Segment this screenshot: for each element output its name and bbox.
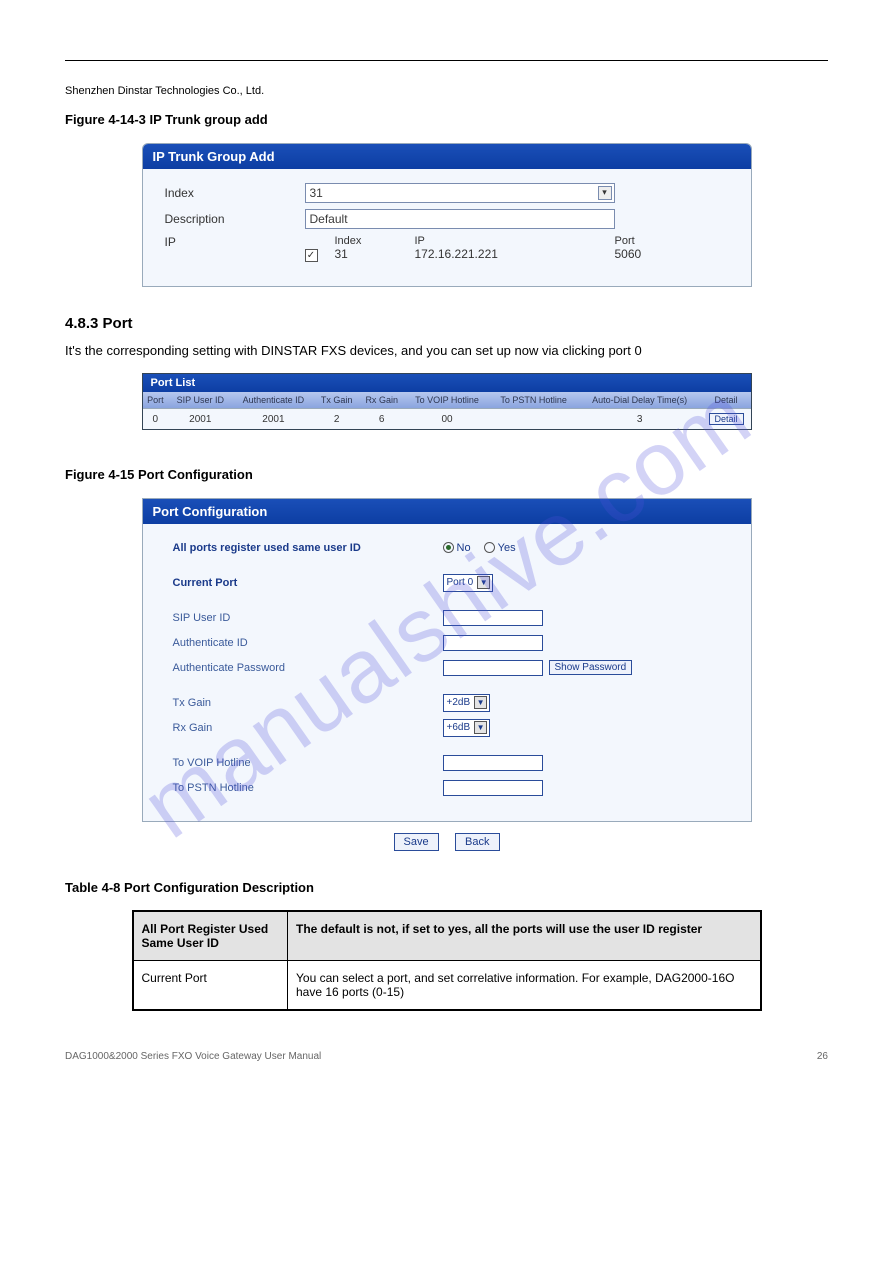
td-rx-gain: 6 [359, 409, 405, 430]
save-button[interactable]: Save [394, 833, 439, 851]
show-password-button[interactable]: Show Password [549, 660, 633, 675]
col-ip: IP [415, 235, 615, 247]
ip-trunk-group-add-panel: IP Trunk Group Add Index 31 ▾ Descriptio… [142, 143, 752, 287]
port-configuration-panel: Port Configuration All ports register us… [142, 498, 752, 822]
label-ip: IP [165, 235, 305, 249]
label-rx-gain: Rx Gain [173, 722, 443, 734]
rx-gain-select[interactable]: +6dB ▼ [443, 719, 491, 737]
td-sip-user-id: 2001 [168, 409, 232, 430]
chevron-down-icon: ▼ [477, 576, 490, 589]
index-select-value: 31 [310, 186, 323, 200]
radio-no[interactable] [443, 542, 454, 553]
portlist-row: 0 2001 2001 2 6 00 3 Detail [143, 409, 751, 430]
chevron-down-icon: ▼ [474, 721, 487, 734]
sip-user-id-input[interactable] [443, 610, 543, 626]
th-to-voip: To VOIP Hotline [405, 392, 490, 409]
to-pstn-input[interactable] [443, 780, 543, 796]
th-autodial: Auto-Dial Delay Time(s) [578, 392, 702, 409]
td-autodial: 3 [578, 409, 702, 430]
label-sip-user-id: SIP User ID [173, 612, 443, 624]
header-company: Shenzhen Dinstar Technologies Co., Ltd. [65, 85, 828, 97]
label-auth-pw: Authenticate Password [173, 662, 443, 674]
to-voip-input[interactable] [443, 755, 543, 771]
current-port-value: Port 0 [447, 577, 474, 588]
portconf-title: Port Configuration [143, 499, 751, 524]
td-auth-id: 2001 [232, 409, 314, 430]
index-select[interactable]: 31 ▾ [305, 183, 615, 203]
radio-no-label: No [457, 542, 471, 554]
label-auth-id: Authenticate ID [173, 637, 443, 649]
port-list-panel: Port List Port SIP User ID Authenticate … [142, 373, 752, 430]
tx-gain-select[interactable]: +2dB ▼ [443, 694, 491, 712]
ip-row-ip: 172.16.221.221 [415, 247, 615, 261]
td-tx-gain: 2 [314, 409, 358, 430]
description-value: Default [310, 212, 348, 226]
auth-id-input[interactable] [443, 635, 543, 651]
th-detail: Detail [702, 392, 751, 409]
label-to-pstn: To PSTN Hotline [173, 782, 443, 794]
col-port: Port [615, 235, 675, 247]
th-tx-gain: Tx Gain [314, 392, 358, 409]
label-to-voip: To VOIP Hotline [173, 757, 443, 769]
panel1-title: IP Trunk Group Add [143, 144, 751, 169]
th-sip-user-id: SIP User ID [168, 392, 232, 409]
ip-row-index: 31 [335, 247, 415, 261]
radio-yes[interactable] [484, 542, 495, 553]
detail-button[interactable]: Detail [709, 413, 744, 425]
label-all-ports: All ports register used same user ID [173, 542, 443, 554]
section-port-text: It's the corresponding setting with DINS… [65, 342, 828, 360]
td-to-voip: 00 [405, 409, 490, 430]
footer-left: DAG1000&2000 Series FXO Voice Gateway Us… [65, 1051, 321, 1062]
tx-gain-value: +2dB [447, 697, 471, 708]
td-to-pstn [489, 409, 577, 430]
th-port: Port [143, 392, 169, 409]
expl-h2: Current Port [133, 961, 288, 1011]
chevron-down-icon: ▾ [598, 186, 612, 200]
th-rx-gain: Rx Gain [359, 392, 405, 409]
current-port-select[interactable]: Port 0 ▼ [443, 574, 494, 592]
label-description: Description [165, 212, 305, 226]
col-index: Index [335, 235, 415, 247]
label-current-port: Current Port [173, 577, 443, 589]
label-tx-gain: Tx Gain [173, 697, 443, 709]
th-to-pstn: To PSTN Hotline [489, 392, 577, 409]
ip-row-port: 5060 [615, 247, 675, 261]
description-input[interactable]: Default [305, 209, 615, 229]
expl-c1: The default is not, if set to yes, all t… [288, 911, 761, 961]
chevron-down-icon: ▼ [474, 696, 487, 709]
back-button[interactable]: Back [455, 833, 499, 851]
td-port: 0 [143, 409, 169, 430]
expl-c2: You can select a port, and set correlati… [288, 961, 761, 1011]
portlist-table: Port SIP User ID Authenticate ID Tx Gain… [143, 392, 751, 429]
ip-row-checkbox[interactable]: ✓ [305, 249, 318, 262]
radio-yes-label: Yes [498, 542, 516, 554]
section-port-title: 4.8.3 Port [65, 315, 828, 332]
th-auth-id: Authenticate ID [232, 392, 314, 409]
expl-table-caption: Table 4-8 Port Configuration Description [65, 879, 828, 897]
explanation-table: All Port Register Used Same User ID The … [132, 910, 762, 1011]
figure-caption-1: Figure 4-14-3 IP Trunk group add [65, 111, 828, 129]
expl-h1: All Port Register Used Same User ID [133, 911, 288, 961]
footer-right: 26 [817, 1051, 828, 1062]
label-index: Index [165, 186, 305, 200]
figure-caption-2: Figure 4-15 Port Configuration [65, 466, 828, 484]
portlist-title: Port List [143, 374, 751, 392]
top-rule [65, 60, 828, 61]
rx-gain-value: +6dB [447, 722, 471, 733]
auth-pw-input[interactable] [443, 660, 543, 676]
